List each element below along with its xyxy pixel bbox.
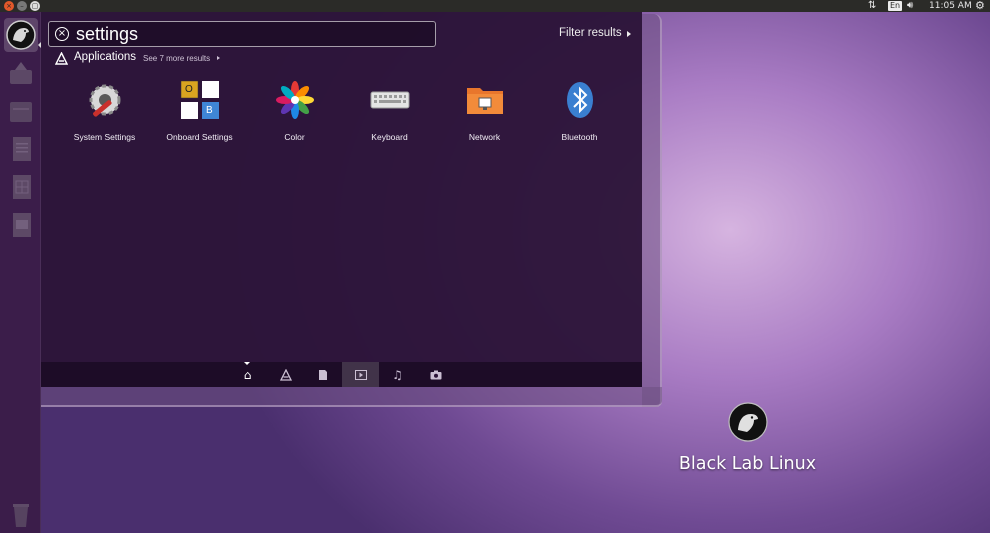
onboard-letter-b: B (206, 105, 213, 116)
session-gear-icon[interactable]: ⚙ (975, 0, 985, 12)
launcher-writer-icon[interactable] (4, 132, 38, 166)
dash-border-bottom[interactable] (41, 387, 662, 407)
music-lens-icon[interactable]: ♫ (379, 362, 416, 387)
category-title: Applications (74, 51, 137, 63)
applications-lens-icon[interactable] (267, 362, 304, 387)
app-label: Network (468, 132, 501, 142)
app-label: Onboard Settings (166, 132, 233, 142)
network-updown-icon[interactable]: ⇅ (868, 0, 876, 12)
top-panel: × – ▢ ⇅ En 🔊︎ 11:05 AM ⚙ (0, 0, 990, 12)
launcher-impress-icon[interactable] (4, 208, 38, 242)
launcher-trash-icon[interactable] (4, 498, 38, 532)
app-label: Keyboard (371, 132, 408, 142)
onboard-letter-o: O (185, 84, 193, 95)
launcher (0, 12, 41, 533)
volume-icon[interactable]: 🔊︎ (907, 0, 913, 12)
filter-results-button[interactable]: Filter results (559, 27, 622, 39)
system-settings-icon (89, 84, 121, 117)
clock[interactable]: 11:05 AM (929, 0, 972, 12)
app-tile-system-settings[interactable]: System Settings (57, 76, 152, 148)
blacklab-desktop-logo-icon (728, 402, 768, 442)
files-lens-icon[interactable] (304, 362, 341, 387)
bluetooth-icon (567, 82, 593, 118)
see-more-results-link[interactable]: See 7 more results (143, 54, 210, 63)
app-label: Bluetooth (561, 132, 598, 142)
photos-lens-icon[interactable] (417, 362, 454, 387)
launcher-calc-icon[interactable] (4, 170, 38, 204)
launcher-files-icon[interactable] (4, 94, 38, 128)
dash-home-button[interactable] (4, 18, 38, 52)
keyboard-icon (370, 91, 410, 109)
dash-border-right (642, 14, 662, 407)
search-query: settings (76, 24, 139, 44)
color-icon (276, 81, 314, 119)
close-window-button[interactable]: × (4, 1, 14, 11)
dash-panel (41, 12, 642, 387)
app-label: System Settings (73, 132, 136, 142)
desktop-label: Black Lab Linux (678, 454, 817, 474)
filter-expand-arrow-icon[interactable] (627, 31, 631, 37)
maximize-window-button[interactable]: ▢ (30, 1, 40, 11)
applications-category-icon (55, 52, 68, 65)
blacklab-logo-icon (6, 20, 36, 50)
keyboard-language-indicator[interactable]: En (888, 1, 903, 11)
app-tile-bluetooth[interactable]: Bluetooth (532, 76, 627, 148)
app-tile-network[interactable]: Network (437, 76, 532, 148)
see-more-arrow-icon[interactable] (217, 56, 220, 60)
video-lens-icon[interactable] (342, 362, 379, 387)
app-label: Color (284, 132, 305, 142)
network-icon (467, 88, 503, 114)
app-tile-color[interactable]: Color (247, 76, 342, 148)
launcher-installer-icon[interactable] (4, 56, 38, 90)
search-input[interactable]: × settings (48, 21, 436, 47)
home-lens-icon[interactable]: ⌂ (229, 362, 266, 387)
app-tile-onboard-settings[interactable]: O B Onboard Settings (152, 76, 247, 148)
clear-search-icon[interactable]: × (55, 27, 69, 41)
app-tile-keyboard[interactable]: Keyboard (342, 76, 437, 148)
minimize-window-button[interactable]: – (17, 1, 27, 11)
